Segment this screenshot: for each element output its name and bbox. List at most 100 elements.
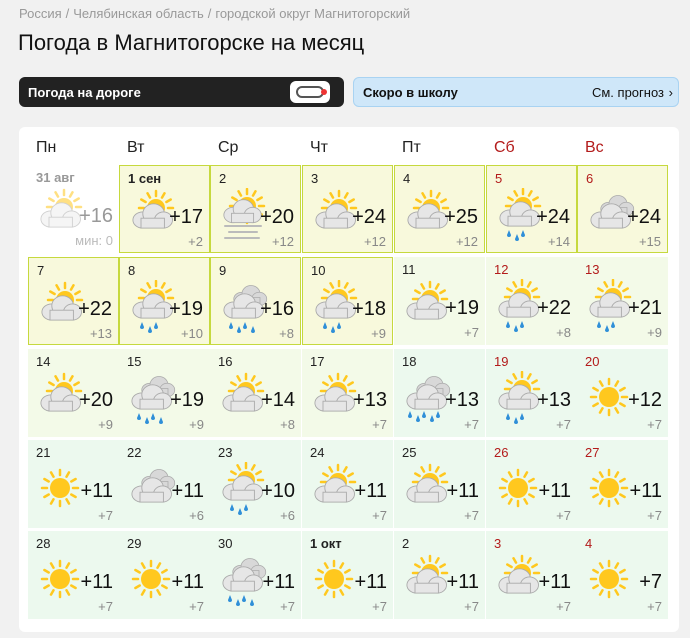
- day-cell[interactable]: 5 +24 +14: [486, 165, 577, 253]
- weekday-header: Вс: [585, 139, 604, 156]
- day-max-temp: +25: [444, 206, 478, 228]
- day-cell[interactable]: 6 +24 +15: [577, 165, 668, 253]
- day-cell[interactable]: 21 +11 +7: [28, 440, 119, 528]
- day-cell[interactable]: 8 +19 +10: [119, 257, 210, 345]
- day-min-temp: +7: [647, 599, 662, 614]
- day-min-temp: +9: [647, 325, 662, 340]
- day-date: 2: [219, 171, 227, 186]
- day-cell[interactable]: 12 +22 +8: [486, 257, 577, 345]
- day-date: 19: [494, 354, 509, 369]
- day-max-temp: +21: [628, 297, 662, 319]
- day-min-temp: +7: [464, 508, 479, 523]
- weekday-header: Пн: [36, 139, 57, 156]
- day-cell[interactable]: 31 авг +16 мин: 0: [28, 165, 119, 253]
- day-date: 5: [495, 171, 503, 186]
- day-cell[interactable]: 16 +14 +8: [210, 349, 301, 437]
- day-cell[interactable]: 22 +11 +6: [119, 440, 210, 528]
- day-max-temp: +14: [261, 389, 295, 411]
- day-min-temp: +2: [188, 234, 203, 249]
- day-cell[interactable]: 2 +20 +12: [210, 165, 301, 253]
- day-date: 6: [586, 171, 594, 186]
- day-min-temp: +7: [372, 417, 387, 432]
- see-forecast-link[interactable]: См. прогноз: [592, 85, 664, 100]
- day-date: 3: [311, 171, 319, 186]
- day-cell[interactable]: 17 +13 +7: [302, 349, 393, 437]
- day-max-temp: +11: [171, 480, 204, 502]
- school-forecast-banner[interactable]: Скоро в школу См. прогноз ›: [353, 77, 679, 107]
- day-date: 24: [310, 445, 325, 460]
- day-cell[interactable]: 14 +20 +9: [28, 349, 119, 437]
- day-cell[interactable]: 29 +11 +7: [119, 531, 210, 619]
- day-cell[interactable]: 15 +19 +9: [119, 349, 210, 437]
- day-cell[interactable]: 9 +16 +8: [210, 257, 301, 345]
- day-cell[interactable]: 3 +11 +7: [486, 531, 577, 619]
- day-cell[interactable]: 28 +11 +7: [28, 531, 119, 619]
- day-min-temp: +7: [372, 508, 387, 523]
- breadcrumb-link-region[interactable]: Челябинская область: [73, 6, 203, 21]
- day-min-temp: +13: [89, 326, 112, 341]
- day-date: 11: [402, 262, 416, 277]
- day-max-temp: +10: [261, 480, 295, 502]
- day-max-temp: +19: [169, 298, 203, 320]
- day-cell[interactable]: 4 +7 +7: [577, 531, 668, 619]
- day-min-temp: +8: [279, 326, 294, 341]
- day-date: 27: [585, 445, 600, 460]
- day-date: 7: [37, 263, 45, 278]
- day-min-temp: +7: [464, 417, 479, 432]
- day-cell[interactable]: 2 +11 +7: [394, 531, 485, 619]
- day-cell[interactable]: 1 сен +17 +2: [119, 165, 210, 253]
- day-date: 8: [128, 263, 136, 278]
- breadcrumb-link-district[interactable]: городской округ Магнитогорский: [215, 6, 410, 21]
- day-max-temp: +19: [170, 389, 204, 411]
- day-cell[interactable]: 20 +12 +7: [577, 349, 668, 437]
- day-date: 10: [311, 263, 326, 278]
- day-min-temp: +9: [98, 417, 113, 432]
- day-max-temp: +20: [260, 206, 294, 228]
- breadcrumb-link-russia[interactable]: Россия: [19, 6, 62, 21]
- day-min-temp: +12: [363, 234, 386, 249]
- day-cell[interactable]: 4 +25 +12: [394, 165, 485, 253]
- day-min-temp: +14: [547, 234, 570, 249]
- day-cell[interactable]: 27 +11 +7: [577, 440, 668, 528]
- day-date: 21: [36, 445, 51, 460]
- day-max-temp: +13: [445, 389, 479, 411]
- day-min-temp: +8: [556, 325, 571, 340]
- day-date: 16: [218, 354, 233, 369]
- day-cell[interactable]: 25 +11 +7: [394, 440, 485, 528]
- day-min-temp: +9: [371, 326, 386, 341]
- day-date: 15: [127, 354, 142, 369]
- day-max-temp: +22: [78, 298, 112, 320]
- day-max-temp: +11: [446, 571, 479, 593]
- day-cell[interactable]: 3 +24 +12: [302, 165, 393, 253]
- day-date: 1 окт: [310, 536, 342, 551]
- day-cell[interactable]: 30 +11 +7: [210, 531, 301, 619]
- day-cell[interactable]: 18 +13 +7: [394, 349, 485, 437]
- day-max-temp: +18: [352, 298, 386, 320]
- day-max-temp: +16: [79, 205, 113, 227]
- day-max-temp: +7: [639, 571, 662, 593]
- day-cell[interactable]: 24 +11 +7: [302, 440, 393, 528]
- day-date: 1 сен: [128, 171, 162, 186]
- day-cell[interactable]: 10 +18 +9: [302, 257, 393, 345]
- breadcrumb-separator: /: [65, 6, 70, 21]
- day-date: 2: [402, 536, 410, 551]
- day-date: 4: [585, 536, 593, 551]
- day-date: 12: [494, 262, 509, 277]
- day-cell[interactable]: 26 +11 +7: [486, 440, 577, 528]
- day-min-temp: +7: [647, 508, 662, 523]
- road-weather-banner[interactable]: Погода на дороге: [19, 77, 344, 107]
- day-cell[interactable]: 19 +13 +7: [486, 349, 577, 437]
- day-cell[interactable]: 1 окт +11 +7: [302, 531, 393, 619]
- school-label: Скоро в школу: [363, 84, 458, 100]
- day-max-temp: +11: [538, 571, 571, 593]
- day-date: 17: [310, 354, 325, 369]
- day-date: 26: [494, 445, 509, 460]
- day-cell[interactable]: 7 +22 +13: [28, 257, 119, 345]
- day-cell[interactable]: 11 +19 +7: [394, 257, 485, 345]
- day-date: 28: [36, 536, 51, 551]
- day-date: 14: [36, 354, 51, 369]
- day-cell[interactable]: 23 +10 +6: [210, 440, 301, 528]
- day-min-temp: +7: [464, 599, 479, 614]
- day-min-temp: +7: [189, 599, 204, 614]
- day-cell[interactable]: 13 +21 +9: [577, 257, 668, 345]
